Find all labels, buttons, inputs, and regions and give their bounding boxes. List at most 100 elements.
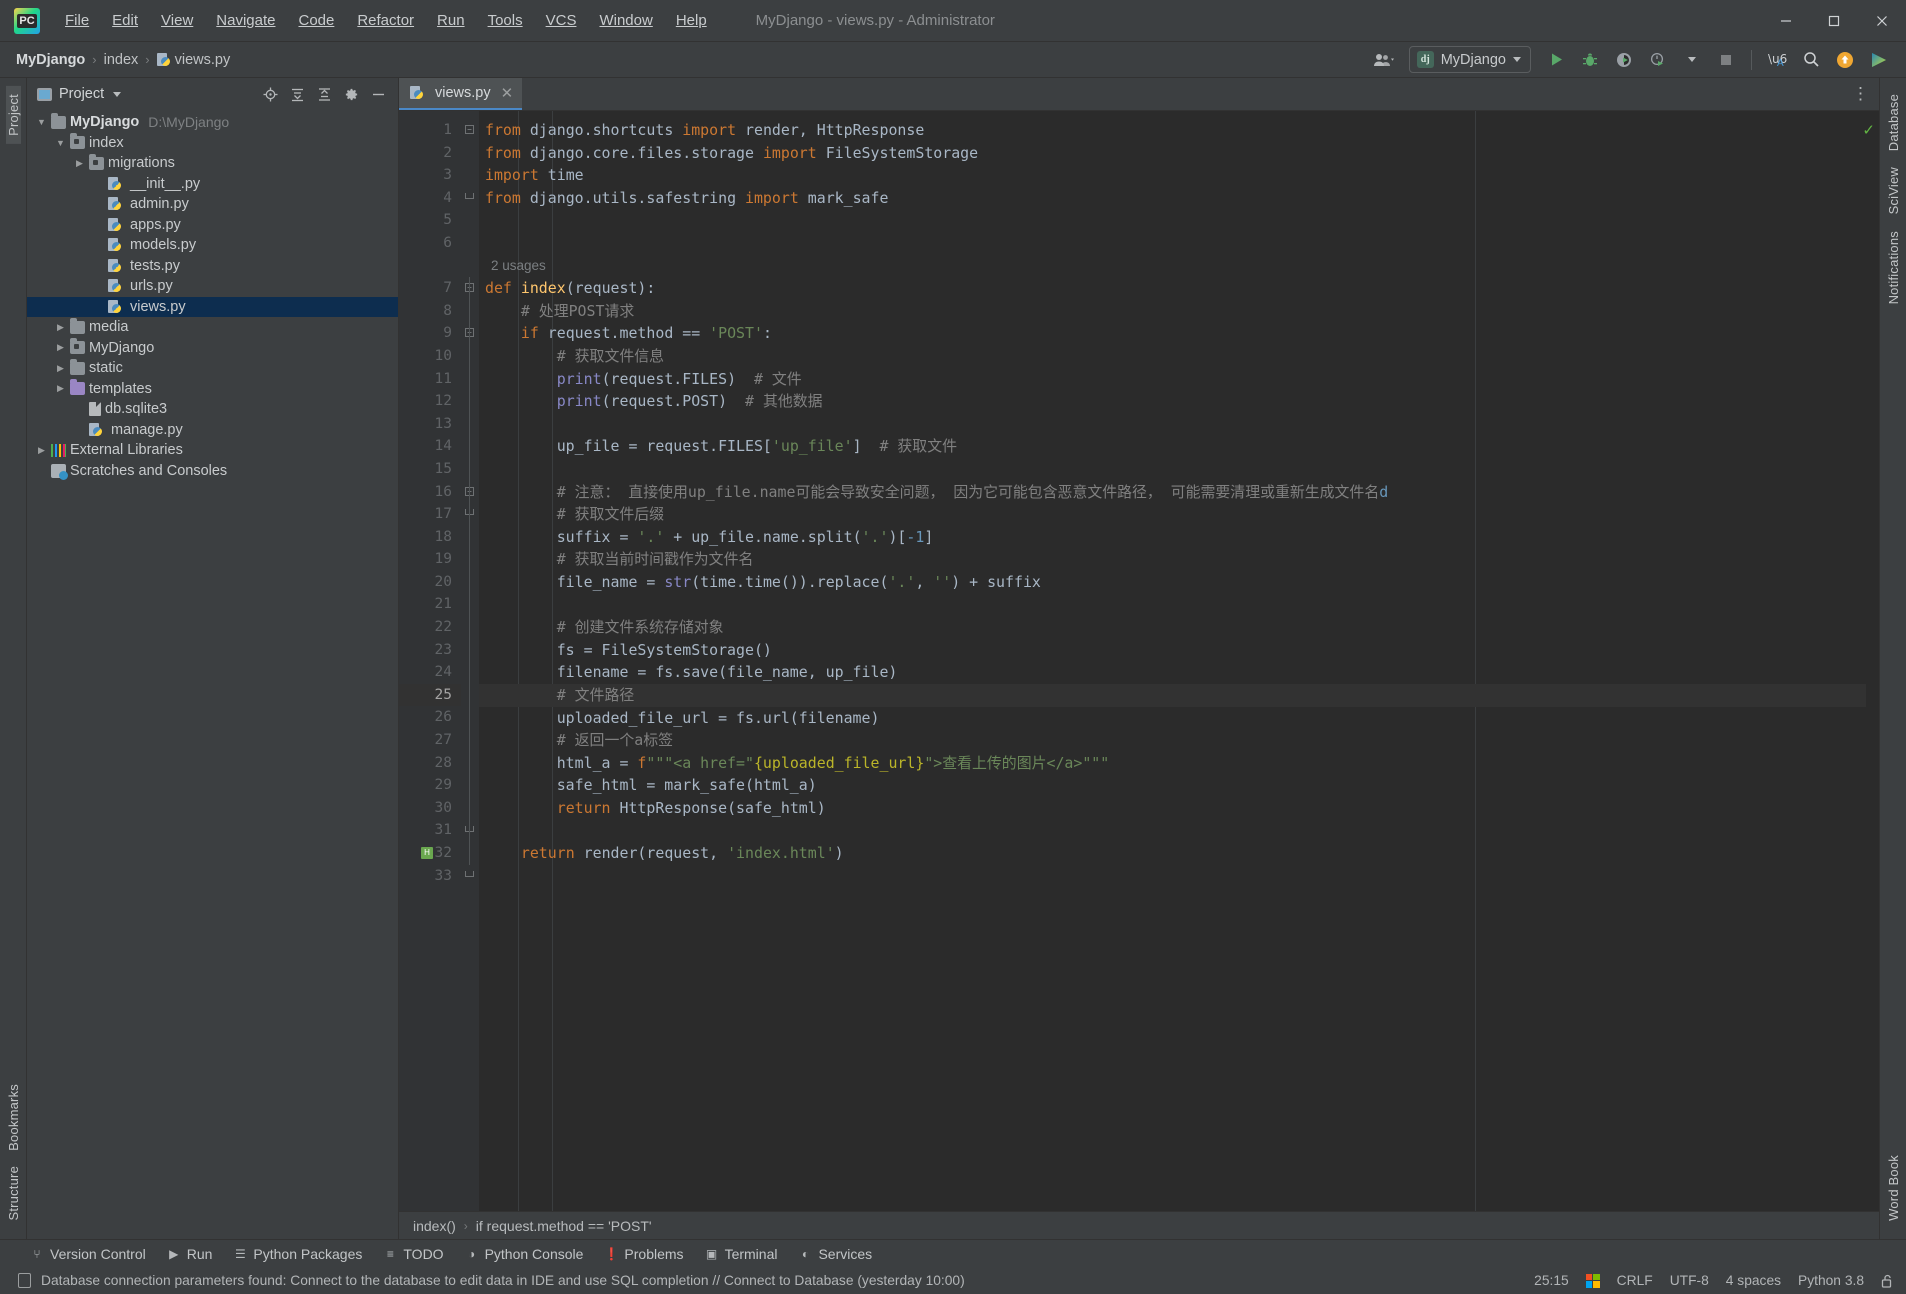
line-number-21[interactable]: 21 xyxy=(399,593,461,616)
editor-marker-bar[interactable]: ✓ xyxy=(1862,111,1879,1211)
menu-view[interactable]: View xyxy=(150,8,204,33)
line-number-6[interactable]: 6 xyxy=(399,232,461,255)
code-line-24[interactable]: filename = fs.save(file_name, up_file) xyxy=(479,661,1866,684)
line-number-32[interactable]: 32 H xyxy=(399,842,461,865)
code-line-12[interactable]: print(request.POST) # 其他数据 xyxy=(479,390,1866,413)
stop-icon[interactable] xyxy=(1711,46,1741,74)
chevron-right-icon[interactable]: ▶ xyxy=(54,358,67,379)
code-line-6[interactable] xyxy=(479,232,1866,255)
menu-bar[interactable]: File Edit View Navigate Code Refactor Ru… xyxy=(54,8,718,33)
editor-tab-actions[interactable]: ⋮ xyxy=(1852,78,1879,110)
line-number-28[interactable]: 28 xyxy=(399,752,461,775)
rail-item-database[interactable]: Database xyxy=(1886,86,1901,159)
rail-item-sciview[interactable]: SciView xyxy=(1886,159,1901,222)
menu-run[interactable]: Run xyxy=(426,8,476,33)
code-line-23[interactable]: fs = FileSystemStorage() xyxy=(479,639,1866,662)
tree-node-templates[interactable]: ▶ templates xyxy=(27,379,398,400)
code-line-1[interactable]: from django.shortcuts import render, Htt… xyxy=(479,119,1866,142)
code-line-16[interactable]: # 注意： 直接使用up_file.name可能会导致安全问题， 因为它可能包含… xyxy=(479,481,1866,504)
indent-setting[interactable]: 4 spaces xyxy=(1726,1273,1781,1288)
menu-edit[interactable]: Edit xyxy=(101,8,149,33)
line-number-4[interactable]: 4 xyxy=(399,187,461,210)
ide-assistant-icon[interactable] xyxy=(1864,46,1894,74)
line-number-9[interactable]: 9 xyxy=(399,322,461,345)
code-folding-gutter[interactable]: −−−− xyxy=(461,111,479,1211)
code-line-17[interactable]: # 获取文件后缀 xyxy=(479,503,1866,526)
line-number-29[interactable]: 29 xyxy=(399,774,461,797)
tree-node-media[interactable]: ▶ media xyxy=(27,317,398,338)
rail-item-project[interactable]: Project xyxy=(5,86,21,144)
collapse-all-icon[interactable] xyxy=(312,82,336,106)
line-number-19[interactable]: 19 xyxy=(399,548,461,571)
line-number-33[interactable]: 33 xyxy=(399,865,461,888)
tool-window-bar[interactable]: ⑂ Version Control ▶ Run ☰ Python Packages ≡ TOD… xyxy=(0,1239,1906,1267)
line-number-24[interactable]: 24 xyxy=(399,661,461,684)
chevron-down-icon[interactable]: ▼ xyxy=(35,112,48,133)
line-number-16[interactable]: 16 xyxy=(399,481,461,504)
tree-node-views-py[interactable]: views.py xyxy=(27,296,398,317)
chevron-down-icon[interactable]: ▼ xyxy=(54,133,67,154)
coverage-icon[interactable] xyxy=(1609,46,1639,74)
rail-item-bookmarks[interactable]: Bookmarks xyxy=(6,1076,21,1159)
python-interpreter[interactable]: Python 3.8 xyxy=(1798,1273,1864,1288)
code-line-13[interactable] xyxy=(479,413,1866,436)
settings-gear-icon[interactable] xyxy=(339,82,363,106)
code-line-19[interactable]: # 获取当前时间戳作为文件名 xyxy=(479,548,1866,571)
tool-window-version-control[interactable]: ⑂ Version Control xyxy=(30,1246,145,1262)
code-line-27[interactable]: # 返回一个a标签 xyxy=(479,729,1866,752)
navbar-crumb-project[interactable]: MyDjango xyxy=(16,52,85,68)
chevron-right-icon[interactable]: ▶ xyxy=(54,379,67,400)
windows-logo-icon[interactable] xyxy=(1585,1273,1600,1288)
code-line-30[interactable]: return HttpResponse(safe_html) xyxy=(479,797,1866,820)
tree-node-scratches-and-consoles[interactable]: Scratches and Consoles xyxy=(27,461,398,482)
more-options-icon[interactable]: ⋮ xyxy=(1852,84,1869,104)
line-number-5[interactable]: 5 xyxy=(399,209,461,232)
code-line-7[interactable]: def index(request): xyxy=(479,277,1866,300)
notification-icon[interactable] xyxy=(18,1273,31,1288)
line-number-15[interactable]: 15 xyxy=(399,458,461,481)
chevron-down-icon[interactable] xyxy=(113,91,122,97)
breadcrumb-item-statement[interactable]: if request.method == 'POST' xyxy=(476,1218,652,1234)
tree-node-mydjango[interactable]: ▶ MyDjango xyxy=(27,338,398,359)
line-number-1[interactable]: 1 xyxy=(399,119,461,142)
tree-node-migrations[interactable]: ▶ migrations xyxy=(27,153,398,174)
line-number-23[interactable]: 23 xyxy=(399,639,461,662)
line-number-18[interactable]: 18 xyxy=(399,526,461,549)
line-number-20[interactable]: 20 xyxy=(399,571,461,594)
rail-item-word-book[interactable]: Word Book xyxy=(1886,1147,1901,1229)
code-line-11[interactable]: print(request.FILES) # 文件 xyxy=(479,368,1866,391)
line-number-7[interactable]: 7 xyxy=(399,277,461,300)
code-line-4[interactable]: from django.utils.safestring import mark… xyxy=(479,187,1866,210)
tool-window-python-packages[interactable]: ☰ Python Packages xyxy=(233,1246,362,1262)
lock-icon[interactable] xyxy=(1881,1274,1894,1288)
code-text-area[interactable]: from django.shortcuts import render, Htt… xyxy=(479,111,1866,1211)
line-number-12[interactable]: 12 xyxy=(399,390,461,413)
menu-help[interactable]: Help xyxy=(665,8,718,33)
tree-node-tests-py[interactable]: tests.py xyxy=(27,256,398,277)
tree-node-db-sqlite3[interactable]: db.sqlite3 xyxy=(27,399,398,420)
menu-window[interactable]: Window xyxy=(588,8,663,33)
line-number-11[interactable]: 11 xyxy=(399,368,461,391)
rail-item-structure[interactable]: Structure xyxy=(6,1158,21,1229)
expand-all-icon[interactable] xyxy=(285,82,309,106)
code-line-10[interactable]: # 获取文件信息 xyxy=(479,345,1866,368)
tool-window-problems[interactable]: ❗ Problems xyxy=(604,1246,684,1262)
tool-window-terminal[interactable]: ▣ Terminal xyxy=(705,1246,778,1262)
select-opened-file-icon[interactable] xyxy=(258,82,282,106)
code-line-5[interactable] xyxy=(479,209,1866,232)
code-line-8[interactable]: # 处理POST请求 xyxy=(479,300,1866,323)
line-separator[interactable]: CRLF xyxy=(1617,1273,1653,1288)
line-number-13[interactable]: 13 xyxy=(399,413,461,436)
code-line-9[interactable]: if request.method == 'POST': xyxy=(479,322,1866,345)
profile-dropdown-icon[interactable] xyxy=(1677,46,1707,74)
file-encoding[interactable]: UTF-8 xyxy=(1670,1273,1709,1288)
run-configuration-selector[interactable]: dj MyDjango xyxy=(1408,46,1531,73)
code-line-26[interactable]: uploaded_file_url = fs.url(filename) xyxy=(479,707,1866,730)
navbar-crumb-file[interactable]: views.py xyxy=(156,52,230,68)
close-icon[interactable]: ✕ xyxy=(501,84,514,102)
tree-node-external-libraries[interactable]: ▶ External Libraries xyxy=(27,440,398,461)
user-group-icon[interactable] xyxy=(1369,46,1399,74)
tree-node-index[interactable]: ▼ index xyxy=(27,133,398,154)
code-line-21[interactable] xyxy=(479,594,1866,617)
status-message[interactable]: Database connection parameters found: Co… xyxy=(41,1273,965,1288)
